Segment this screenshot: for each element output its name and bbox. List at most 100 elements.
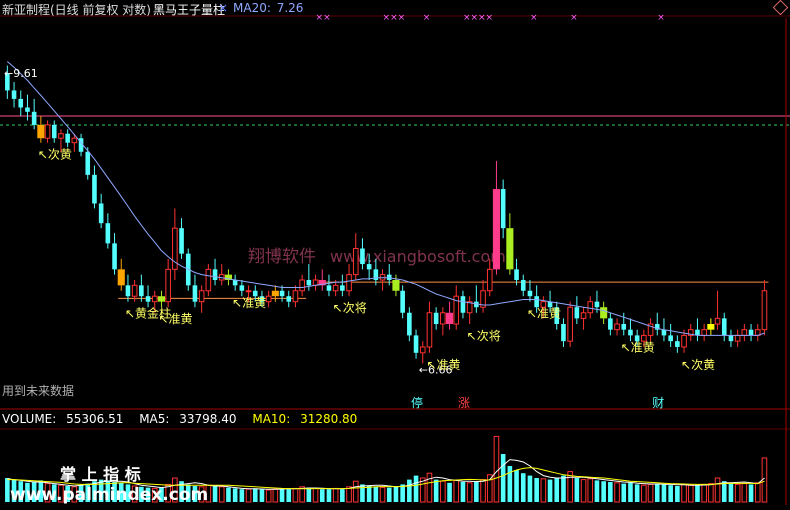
volume-bar: [708, 483, 714, 503]
bottom-tag: 涨: [458, 395, 470, 410]
candle-body: [292, 290, 299, 303]
volume-bar: [259, 489, 265, 502]
candle-body: [741, 329, 748, 336]
candle-body: [31, 111, 37, 125]
candle-body: [51, 124, 57, 139]
volume-bar: [641, 484, 647, 503]
volume-bar: [493, 435, 500, 503]
candle-body: [279, 290, 285, 297]
candle-body: [11, 90, 17, 99]
volume-bar: [232, 488, 238, 502]
candle-body: [346, 274, 352, 292]
candle-body: [520, 279, 526, 291]
candle-body: [440, 312, 446, 325]
volume-bar: [393, 486, 399, 502]
ma20-line: [6, 61, 765, 336]
volume-bar: [346, 486, 352, 503]
candle-body: [117, 269, 125, 286]
signal-label: ↖次黄: [38, 148, 72, 162]
volume-bar: [379, 487, 386, 503]
volume-bar: [332, 487, 339, 503]
ma20-value: 7.26: [276, 1, 304, 15]
candle-body: [145, 296, 151, 302]
bottom-tag: 停: [411, 395, 423, 410]
candle-body: [574, 307, 580, 319]
volume-bar: [561, 475, 566, 502]
candle-body: [621, 324, 627, 330]
volume-bar: [734, 483, 741, 503]
candle-body: [534, 296, 539, 308]
ma5-readout: MA5: 33798.40: [139, 412, 237, 426]
volume-bar: [245, 488, 252, 503]
stock-title: 新亚制程(日线 前复权 对数): [2, 3, 151, 17]
candle-body: [71, 137, 78, 144]
watermark-cn: 翔博软件: [248, 247, 316, 267]
volume-bar: [514, 470, 519, 502]
volume-bar: [279, 488, 285, 502]
candle-body: [681, 334, 687, 348]
candle-body: [271, 290, 279, 297]
signal-label: ↖次将: [333, 301, 367, 315]
volume-bar: [265, 489, 272, 503]
volume-bar: [661, 484, 667, 502]
volume-bar: [272, 488, 279, 503]
volume-bar: [352, 480, 359, 503]
candle-body: [332, 284, 339, 292]
candle-body: [407, 312, 412, 336]
volume-bar: [647, 483, 654, 503]
ma20-readout: MA20: 7.26: [233, 1, 305, 15]
volume-bar: [239, 489, 245, 502]
volume-bar: [447, 482, 452, 502]
volume-bar: [340, 489, 345, 502]
volume-bar: [252, 488, 258, 502]
volume-bar: [741, 483, 748, 503]
candle-body: [239, 285, 245, 291]
candle-body: [58, 133, 64, 139]
candle-body: [179, 228, 184, 254]
candle-body: [299, 279, 305, 292]
volume-bar: [373, 486, 379, 502]
close-indicator-icon[interactable]: ×: [218, 1, 228, 15]
candle-body: [433, 312, 439, 325]
volume-bar: [400, 484, 405, 502]
palm-watermark-url: www.palmindex.com: [10, 485, 208, 505]
candle-body: [265, 295, 272, 303]
candle-body: [506, 228, 514, 270]
candle-body: [419, 346, 426, 354]
volume-bar: [326, 489, 332, 502]
volume-bar: [534, 478, 539, 502]
kline-chart-window: 翔博软件 www.xiangbosoft.com 用到未来数据 ←9.61 ←6.66 ↖…: [0, 0, 790, 510]
candle-body: [460, 296, 466, 313]
candle-body: [614, 323, 620, 331]
volume-bar: [701, 483, 707, 503]
candle-body: [500, 189, 506, 229]
signal-label: ↖准黄: [426, 358, 460, 372]
top-marker: ××: [316, 13, 331, 23]
candle-body: [131, 284, 138, 297]
palm-watermark-cn: 掌 上 指 标: [60, 465, 141, 484]
candle-body: [18, 98, 24, 108]
volume-bar: [312, 487, 319, 503]
candle-body: [661, 329, 667, 336]
top-marker: ×: [423, 13, 431, 23]
volume-bar: [728, 483, 734, 502]
candle-body: [37, 124, 45, 139]
candle-body: [587, 301, 594, 314]
candle-body: [594, 301, 600, 308]
candle-body: [608, 318, 613, 330]
volume-bar: [226, 487, 231, 502]
candle-body: [668, 335, 673, 342]
bottom-tag: 财: [652, 396, 664, 410]
candle-body: [567, 306, 573, 342]
volume-bar: [5, 478, 10, 502]
volume-bar: [714, 477, 721, 503]
volume-bar: [608, 482, 613, 502]
top-marker: ××××: [463, 13, 493, 23]
candle-body: [728, 335, 734, 342]
volume-bar: [527, 475, 533, 502]
volume-bar: [520, 473, 526, 502]
candle-body: [25, 107, 30, 112]
candle-body: [492, 189, 500, 270]
volume-bar: [574, 478, 580, 502]
volume-bar: [218, 486, 225, 503]
